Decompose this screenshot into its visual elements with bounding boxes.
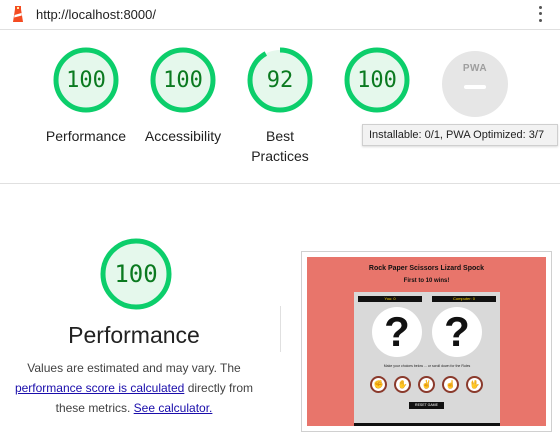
reset-game-button: RESET GAME [409, 402, 444, 409]
performance-score: 100 [114, 260, 158, 288]
more-options-icon[interactable] [533, 4, 547, 24]
performance-description: Values are estimated and may vary. The p… [8, 358, 260, 418]
final-screenshot[interactable]: Rock Paper Scissors Lizard Spock First t… [301, 251, 552, 432]
lizard-hand-icon: ☝ [442, 376, 459, 393]
screenshot-image: Rock Paper Scissors Lizard Spock First t… [307, 257, 546, 426]
gauge-best-practices[interactable]: 92 Best Practices [230, 46, 330, 166]
game-subtitle: First to 10 wins! [403, 278, 450, 284]
spock-hand-icon: 🖖 [466, 376, 483, 393]
desc-prefix: Values are estimated and may vary. The [27, 361, 241, 375]
pwa-badge[interactable]: PWA [442, 51, 508, 117]
vertical-separator [280, 306, 281, 352]
paper-hand-icon: ✋ [394, 376, 411, 393]
gauge-score: 100 [66, 67, 106, 93]
lighthouse-logo-icon [13, 6, 23, 22]
gauge-accessibility[interactable]: 100 Accessibility [133, 46, 233, 146]
url-text[interactable]: http://localhost:8000/ [36, 7, 156, 22]
game-footer-bar [354, 423, 500, 426]
performance-gauge: 100 [99, 237, 173, 311]
game-title: Rock Paper Scissors Lizard Spock [368, 265, 485, 272]
gauge-performance[interactable]: 100 Performance [36, 46, 136, 146]
performance-title: Performance [68, 322, 200, 348]
browser-toolbar: http://localhost:8000/ [0, 0, 560, 30]
game-panel: You: 0 Computer: 0 ? ? Make your choices… [354, 292, 500, 426]
gauge-label: Best Practices [251, 128, 309, 164]
gauge-label: Accessibility [144, 128, 222, 144]
pwa-badge-label: PWA [462, 63, 488, 74]
score-calculated-link[interactable]: performance score is calculated [15, 381, 184, 395]
scissors-hand-icon: ✌ [418, 376, 435, 393]
gauge-label: Performance [45, 128, 127, 144]
gauge-seo[interactable]: 100 [327, 46, 427, 126]
computer-score: Computer: 0 [432, 296, 496, 302]
game-instructions: Make your choices below ... or scroll do… [383, 364, 471, 368]
computer-choice-question: ? [432, 307, 482, 357]
player-choice-question: ? [372, 307, 422, 357]
gauge-score: 100 [357, 67, 397, 93]
pwa-tooltip: Installable: 0/1, PWA Optimized: 3/7 [362, 124, 558, 146]
pwa-dash-icon [464, 85, 486, 89]
gauge-score: 100 [163, 67, 203, 93]
player-score: You: 0 [358, 296, 422, 302]
rock-hand-icon: ✊ [370, 376, 387, 393]
gauge-score: 92 [266, 67, 294, 93]
section-divider [0, 183, 560, 184]
see-calculator-link[interactable]: See calculator. [134, 401, 213, 415]
